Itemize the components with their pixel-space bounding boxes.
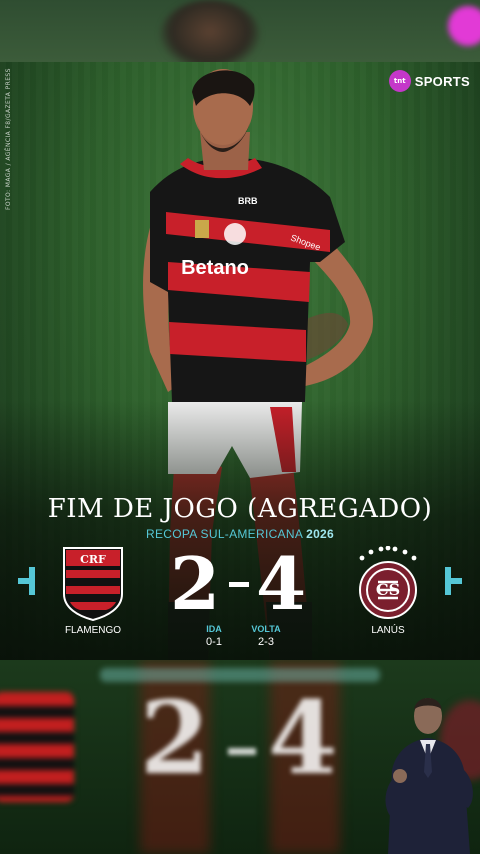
svg-text:CS: CS	[376, 580, 400, 599]
lanus-crest-icon: CS	[359, 546, 417, 619]
tnt-logo-icon: tnt	[388, 70, 411, 92]
first-leg-label: IDA	[206, 624, 222, 634]
competition-title: RECOPA SUL-AMERICANA 2026	[0, 527, 480, 541]
arrow-left-icon[interactable]	[16, 565, 36, 597]
first-leg: IDA 0-1	[184, 624, 244, 648]
away-team-name: LANÚS	[371, 625, 405, 636]
blurred-home-crest	[0, 692, 74, 802]
competition-name: RECOPA SUL-AMERICANA	[145, 527, 303, 541]
broadcaster-logo: tnt SPORTS	[388, 70, 470, 92]
first-leg-score: 0-1	[206, 636, 222, 648]
photo-credit: FOTO: MAGA / AGÊNCIA F8/GAZETA PRESS	[5, 68, 12, 210]
blurred-brand-dot	[448, 6, 480, 46]
blurred-player-head	[160, 0, 260, 62]
jersey-sponsor: Betano	[181, 257, 249, 279]
svg-text:CRF: CRF	[80, 553, 106, 566]
score-separator	[229, 582, 249, 587]
flamengo-crest-icon: CRF	[63, 547, 123, 622]
blurred-home-score: 2	[140, 679, 210, 797]
second-leg-label: VOLTA	[251, 624, 281, 634]
arrow-right-icon[interactable]	[444, 565, 464, 597]
sign-language-interpreter	[385, 698, 473, 854]
home-team-name: FLAMENGO	[64, 625, 122, 636]
second-leg: VOLTA 2-3	[236, 624, 296, 648]
match-result-card: Betano Shopee BRB FOTO: MAGA / AGÊNCIA F…	[0, 62, 480, 660]
brand-name: SPORTS	[414, 73, 470, 89]
headline: FIM DE JOGO (AGREGADO)	[47, 494, 433, 524]
blurred-away-score: 4	[268, 679, 338, 797]
home-score: 2	[170, 541, 221, 626]
second-leg-score: 2-3	[258, 636, 274, 648]
away-score: 4	[256, 541, 307, 626]
jersey-top-sponsor: BRB	[238, 196, 258, 206]
previous-frame-preview	[0, 0, 480, 62]
competition-year: 2026	[306, 527, 335, 541]
